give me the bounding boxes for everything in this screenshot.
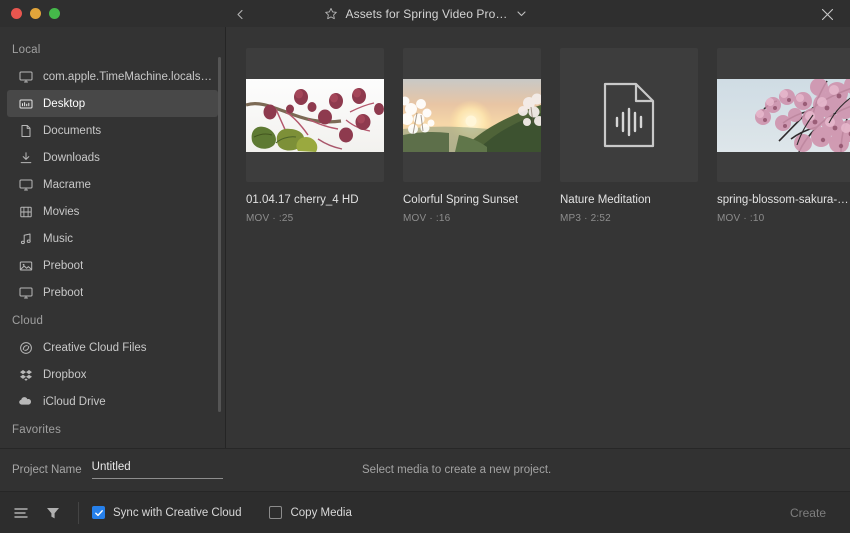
media-thumbnail[interactable] <box>717 48 850 182</box>
media-title: spring-blossom-sakura-Z7Q… <box>717 194 850 206</box>
sidebar-item-label: Preboot <box>43 286 84 299</box>
sidebar-item-label: Desktop <box>43 97 86 110</box>
cloud-icon <box>18 394 33 409</box>
sidebar-item-downloads[interactable]: Downloads <box>7 144 218 171</box>
sidebar-item-music[interactable]: Music <box>7 225 218 252</box>
sidebar-item-preboot[interactable]: Preboot <box>7 279 218 306</box>
checkbox-label: Copy Media <box>290 506 352 519</box>
media-grid: 01.04.17 cherry_4 HD MOV · :25 Colorful … <box>226 27 850 224</box>
filter-funnel-icon <box>47 507 59 518</box>
creative-cloud-icon <box>18 340 33 355</box>
toolbar-divider <box>78 501 79 524</box>
page-title: Assets for Spring Video Pro… <box>345 6 508 21</box>
star-outline-icon[interactable] <box>324 7 338 21</box>
media-meta: MOV · :16 <box>403 213 451 224</box>
title-area: Assets for Spring Video Pro… <box>0 0 850 27</box>
back-button[interactable] <box>230 4 250 24</box>
sidebar-item-label: iCloud Drive <box>43 395 106 408</box>
sakura-blossom-photo <box>717 78 850 152</box>
sidebar-item-label: com.apple.TimeMachine.localsnapshots <box>43 70 218 83</box>
pictures-icon <box>18 258 33 273</box>
sidebar-section-local-label: Local <box>12 44 41 56</box>
media-card[interactable]: spring-blossom-sakura-Z7Q… MOV · :10 <box>717 48 850 224</box>
close-panel-button[interactable] <box>818 5 836 23</box>
chevron-left-icon <box>236 9 243 19</box>
sidebar-section-cloud-label: Cloud <box>12 315 44 327</box>
sidebar-item-macrame[interactable]: Macrame <box>7 171 218 198</box>
close-window-button[interactable] <box>11 8 22 19</box>
sidebar-item-label: Movies <box>43 205 80 218</box>
media-meta: MOV · :10 <box>717 213 765 224</box>
checkbox-checked-icon <box>92 506 105 519</box>
project-name-value: Untitled <box>91 461 131 473</box>
chevron-down-icon[interactable] <box>516 8 527 19</box>
cherry-buds-photo <box>246 78 384 152</box>
sidebar-item-documents[interactable]: Documents <box>7 117 218 144</box>
media-title: Nature Meditation <box>560 194 651 206</box>
project-name-bar: Project Name Untitled Select media to cr… <box>0 448 850 491</box>
sidebar-item-movies[interactable]: Movies <box>7 198 218 225</box>
zoom-window-button[interactable] <box>49 8 60 19</box>
checkbox-label: Sync with Creative Cloud <box>113 506 242 519</box>
monitor-icon <box>18 177 33 192</box>
sidebar-item-dropbox[interactable]: Dropbox <box>7 361 218 388</box>
sidebar-item-label: Macrame <box>43 178 91 191</box>
media-card[interactable]: Nature Meditation MP3 · 2:52 <box>560 48 698 224</box>
document-icon <box>18 123 33 138</box>
sidebar-item-label: Documents <box>43 124 102 137</box>
sync-with-creative-cloud-checkbox[interactable]: Sync with Creative Cloud <box>92 506 241 519</box>
download-icon <box>18 150 33 165</box>
filter-button[interactable] <box>42 502 64 524</box>
list-view-icon <box>14 507 28 518</box>
sidebar-item-icloud-drive[interactable]: iCloud Drive <box>7 388 218 415</box>
bottom-toolbar: Sync with Creative Cloud Copy Media Crea… <box>0 491 850 533</box>
music-note-icon <box>18 231 33 246</box>
sidebar-item-label: Creative Cloud Files <box>43 341 147 354</box>
sidebar-list: Local com.apple.TimeMachine.localsnapsho… <box>0 27 225 443</box>
input-underline <box>91 478 223 479</box>
monitor-icon <box>18 285 33 300</box>
media-thumbnail[interactable] <box>560 48 698 182</box>
media-browser-window: Assets for Spring Video Pro… Local com.a… <box>0 0 850 533</box>
project-name-label: Project Name <box>12 464 82 476</box>
media-title: Colorful Spring Sunset <box>403 194 519 206</box>
sidebar-item-pictures[interactable]: Preboot <box>7 252 218 279</box>
film-icon <box>18 204 33 219</box>
sidebar-item-creative-cloud-files[interactable]: Creative Cloud Files <box>7 334 218 361</box>
sidebar-item-label: Dropbox <box>43 368 87 381</box>
create-button[interactable]: Create <box>780 501 836 525</box>
checkbox-unchecked-icon <box>269 506 283 519</box>
media-thumbnail[interactable] <box>246 48 384 182</box>
spring-sunset-photo <box>403 78 541 152</box>
sidebar-item-timemachine[interactable]: com.apple.TimeMachine.localsnapshots <box>7 63 218 90</box>
sidebar-item-label: Music <box>43 232 74 245</box>
status-hint: Select media to create a new project. <box>362 464 552 476</box>
minimize-window-button[interactable] <box>30 8 41 19</box>
sidebar-item-label: Preboot <box>43 259 84 272</box>
project-name-input[interactable]: Untitled <box>91 461 223 479</box>
media-card[interactable]: 01.04.17 cherry_4 HD MOV · :25 <box>246 48 384 224</box>
dropbox-icon <box>18 367 33 382</box>
main-body: Local com.apple.TimeMachine.localsnapsho… <box>0 27 850 448</box>
media-grid-panel: 01.04.17 cherry_4 HD MOV · :25 Colorful … <box>226 27 850 448</box>
close-x-icon <box>821 8 833 20</box>
audio-file-icon <box>603 82 655 148</box>
media-meta: MP3 · 2:52 <box>560 213 611 224</box>
media-title: 01.04.17 cherry_4 HD <box>246 194 359 206</box>
sidebar: Local com.apple.TimeMachine.localsnapsho… <box>0 27 226 448</box>
title-bar: Assets for Spring Video Pro… <box>0 0 850 27</box>
desktop-icon <box>18 96 33 111</box>
sidebar-item-desktop[interactable]: Desktop <box>7 90 218 117</box>
window-controls <box>11 0 60 27</box>
copy-media-checkbox[interactable]: Copy Media <box>269 506 352 519</box>
list-view-button[interactable] <box>10 502 32 524</box>
sidebar-item-label: Downloads <box>43 151 100 164</box>
media-meta: MOV · :25 <box>246 213 294 224</box>
media-thumbnail[interactable] <box>403 48 541 182</box>
media-card[interactable]: Colorful Spring Sunset MOV · :16 <box>403 48 541 224</box>
sidebar-section-favorites-label: Favorites <box>12 424 62 436</box>
sidebar-scrollbar[interactable] <box>218 57 221 412</box>
monitor-icon <box>18 69 33 84</box>
